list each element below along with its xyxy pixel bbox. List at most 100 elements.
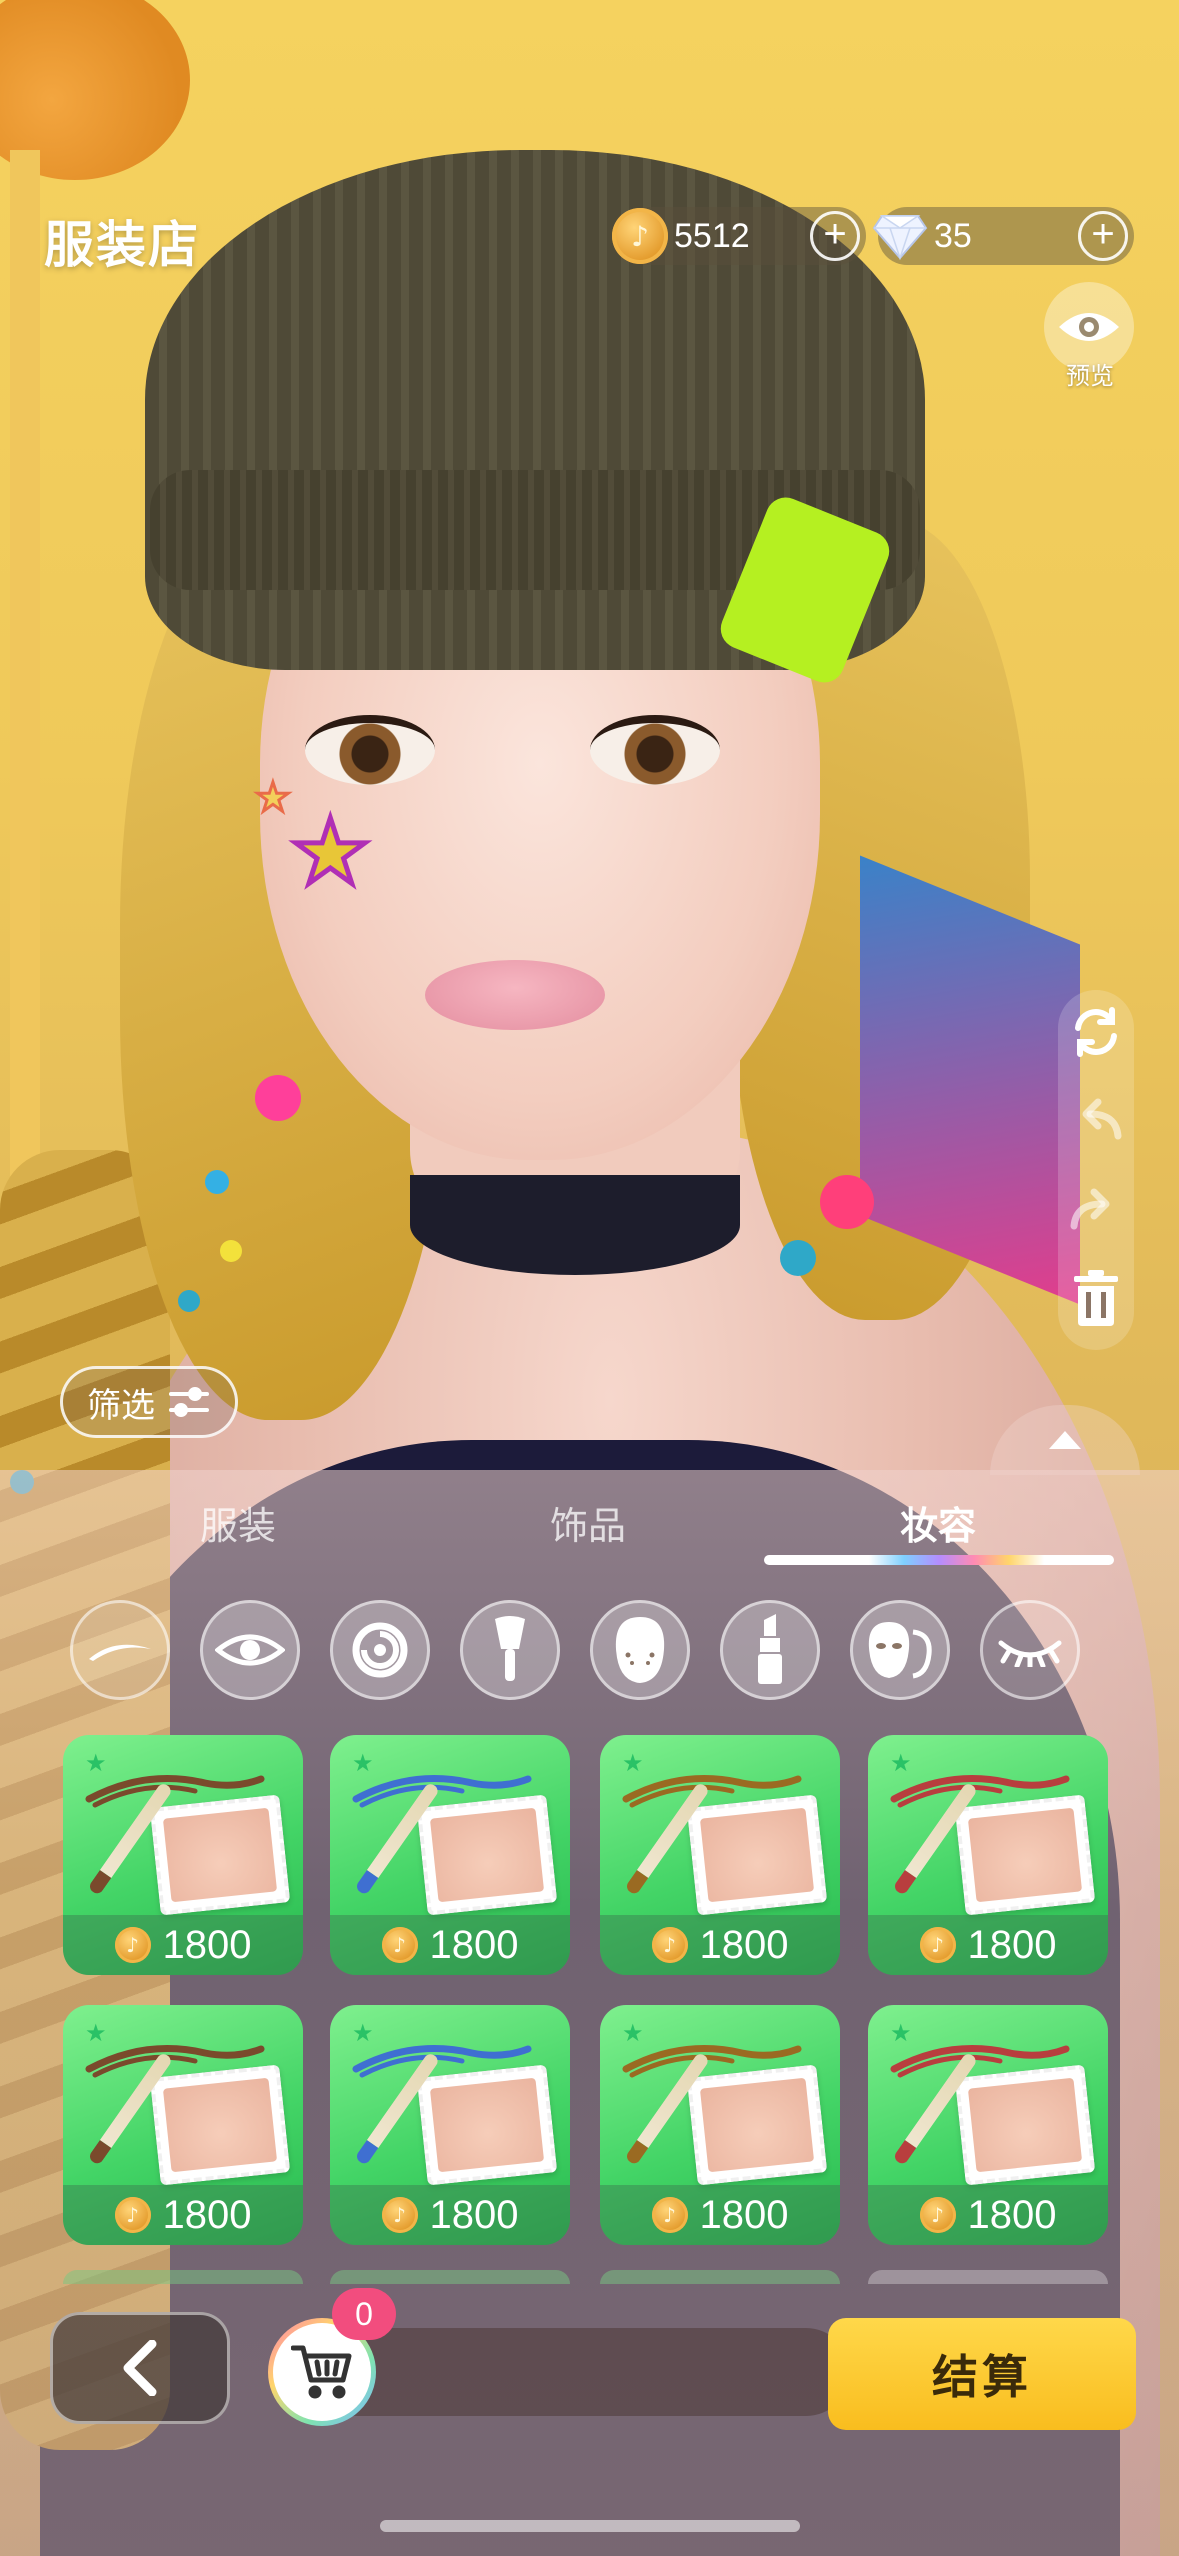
active-tab-indicator xyxy=(764,1555,1114,1565)
sliders-icon xyxy=(169,1387,209,1417)
item-card[interactable]: ★ ♪ 1800 xyxy=(868,2005,1108,2245)
character-eye-left xyxy=(305,715,435,785)
eye-icon xyxy=(215,1634,285,1666)
tab-accessories[interactable]: 饰品 xyxy=(550,1495,626,1550)
next-row-peek xyxy=(600,2270,840,2284)
filter-button[interactable]: 筛选 xyxy=(60,1366,238,1438)
music-coin-icon: ♪ xyxy=(612,208,668,264)
music-coin-icon: ♪ xyxy=(919,1927,956,1963)
music-coin-icon: ♪ xyxy=(114,2197,151,2233)
item-card[interactable]: ★ ♪ 1800 xyxy=(600,2005,840,2245)
eyebrow-preview-stamp xyxy=(954,1794,1096,1916)
price-bar: ♪ 1800 xyxy=(600,2185,840,2245)
price-bar: ♪ 1800 xyxy=(63,2185,303,2245)
music-coin-icon: ♪ xyxy=(381,1927,418,1963)
category-eye[interactable] xyxy=(200,1600,300,1700)
makeup-brush-icon xyxy=(495,1616,525,1681)
redo-button[interactable] xyxy=(1066,1180,1126,1240)
category-eyebrow[interactable] xyxy=(70,1600,170,1700)
face-icon xyxy=(615,1617,665,1683)
category-face-mask[interactable] xyxy=(850,1600,950,1700)
character-lips xyxy=(425,960,605,1030)
item-card[interactable]: ★ ♪ 1800 xyxy=(63,1735,303,1975)
hair-bead xyxy=(178,1290,200,1312)
redo-icon xyxy=(1070,1188,1110,1230)
hair-bead xyxy=(820,1175,874,1229)
item-price: 1800 xyxy=(967,2192,1057,2237)
category-brush[interactable] xyxy=(460,1600,560,1700)
home-indicator[interactable] xyxy=(380,2520,800,2532)
item-price: 1800 xyxy=(162,1922,252,1967)
back-button[interactable] xyxy=(50,2312,230,2424)
face-sticker-small-star: ★ xyxy=(254,774,293,823)
next-row-peek xyxy=(330,2270,570,2284)
price-bar: ♪ 1800 xyxy=(868,1915,1108,1975)
diamond-currency: 35 + xyxy=(872,207,1134,265)
filter-label: 筛选 xyxy=(87,1385,155,1426)
eyebrow-icon xyxy=(89,1644,151,1661)
trash-icon xyxy=(1074,1270,1118,1326)
price-bar: ♪ 1800 xyxy=(868,2185,1108,2245)
item-price: 1800 xyxy=(162,2192,252,2237)
category-eyelash[interactable] xyxy=(980,1600,1080,1700)
next-row-peek xyxy=(868,2270,1108,2284)
hair-bead xyxy=(220,1240,242,1262)
eyelash-icon xyxy=(998,1640,1062,1667)
hair-bead xyxy=(205,1170,229,1194)
next-row-peek xyxy=(63,2270,303,2284)
music-coin-icon: ♪ xyxy=(381,2197,418,2233)
lipstick-icon xyxy=(758,1614,782,1684)
item-price: 1800 xyxy=(429,2192,519,2237)
add-diamond-button[interactable]: + xyxy=(1078,211,1128,261)
add-gold-button[interactable]: + xyxy=(810,211,860,261)
eye-icon xyxy=(1059,313,1119,341)
hair-bead xyxy=(255,1075,301,1121)
category-face[interactable] xyxy=(590,1600,690,1700)
character-choker xyxy=(410,1175,740,1275)
undo-icon xyxy=(1082,1098,1122,1140)
face-sticker-star: ★ xyxy=(288,798,374,908)
delete-button[interactable] xyxy=(1066,1268,1126,1328)
category-contact-lens[interactable] xyxy=(330,1600,430,1700)
undo-button[interactable] xyxy=(1066,1090,1126,1150)
cart-icon xyxy=(291,2345,352,2399)
tab-makeup[interactable]: 妆容 xyxy=(900,1495,976,1550)
item-price: 1800 xyxy=(429,1922,519,1967)
eyebrow-preview-stamp xyxy=(149,2064,291,2186)
edit-tools xyxy=(1058,990,1134,1350)
item-price: 1800 xyxy=(699,1922,789,1967)
price-bar: ♪ 1800 xyxy=(63,1915,303,1975)
face-mask-icon xyxy=(868,1622,932,1679)
gold-amount: 5512 xyxy=(674,216,750,255)
price-bar: ♪ 1800 xyxy=(330,1915,570,1975)
eyebrow-preview-stamp xyxy=(954,2064,1096,2186)
diamond-icon xyxy=(872,208,928,264)
refresh-button[interactable] xyxy=(1066,1002,1126,1062)
cart-bar xyxy=(330,2328,850,2416)
item-card[interactable]: ★ ♪ 1800 xyxy=(868,1735,1108,1975)
chevron-up-icon xyxy=(1049,1431,1081,1449)
refresh-icon xyxy=(1075,1007,1117,1057)
item-card[interactable]: ★ ♪ 1800 xyxy=(330,1735,570,1975)
item-card[interactable]: ★ ♪ 1800 xyxy=(330,2005,570,2245)
hair-bead xyxy=(780,1240,816,1276)
tab-clothing[interactable]: 服装 xyxy=(200,1495,276,1550)
page-title: 服装店 xyxy=(44,216,200,274)
item-price: 1800 xyxy=(699,2192,789,2237)
item-card[interactable]: ★ ♪ 1800 xyxy=(600,1735,840,1975)
cart-count-badge: 0 xyxy=(332,2288,396,2340)
music-coin-icon: ♪ xyxy=(919,2197,956,2233)
character-eye-right xyxy=(590,715,720,785)
contact-lens-icon xyxy=(352,1622,408,1678)
chevron-left-icon xyxy=(123,2340,157,2396)
eyebrow-preview-stamp xyxy=(686,2064,828,2186)
music-coin-icon: ♪ xyxy=(651,2197,688,2233)
category-lipstick[interactable] xyxy=(720,1600,820,1700)
eyebrow-preview-stamp xyxy=(149,1794,291,1916)
price-bar: ♪ 1800 xyxy=(330,2185,570,2245)
eyebrow-preview-stamp xyxy=(686,1794,828,1916)
item-card[interactable]: ★ ♪ 1800 xyxy=(63,2005,303,2245)
checkout-button[interactable]: 结算 xyxy=(828,2318,1136,2430)
preview-label: 预览 xyxy=(1066,362,1114,390)
gold-currency: ♪ 5512 + xyxy=(612,207,866,265)
